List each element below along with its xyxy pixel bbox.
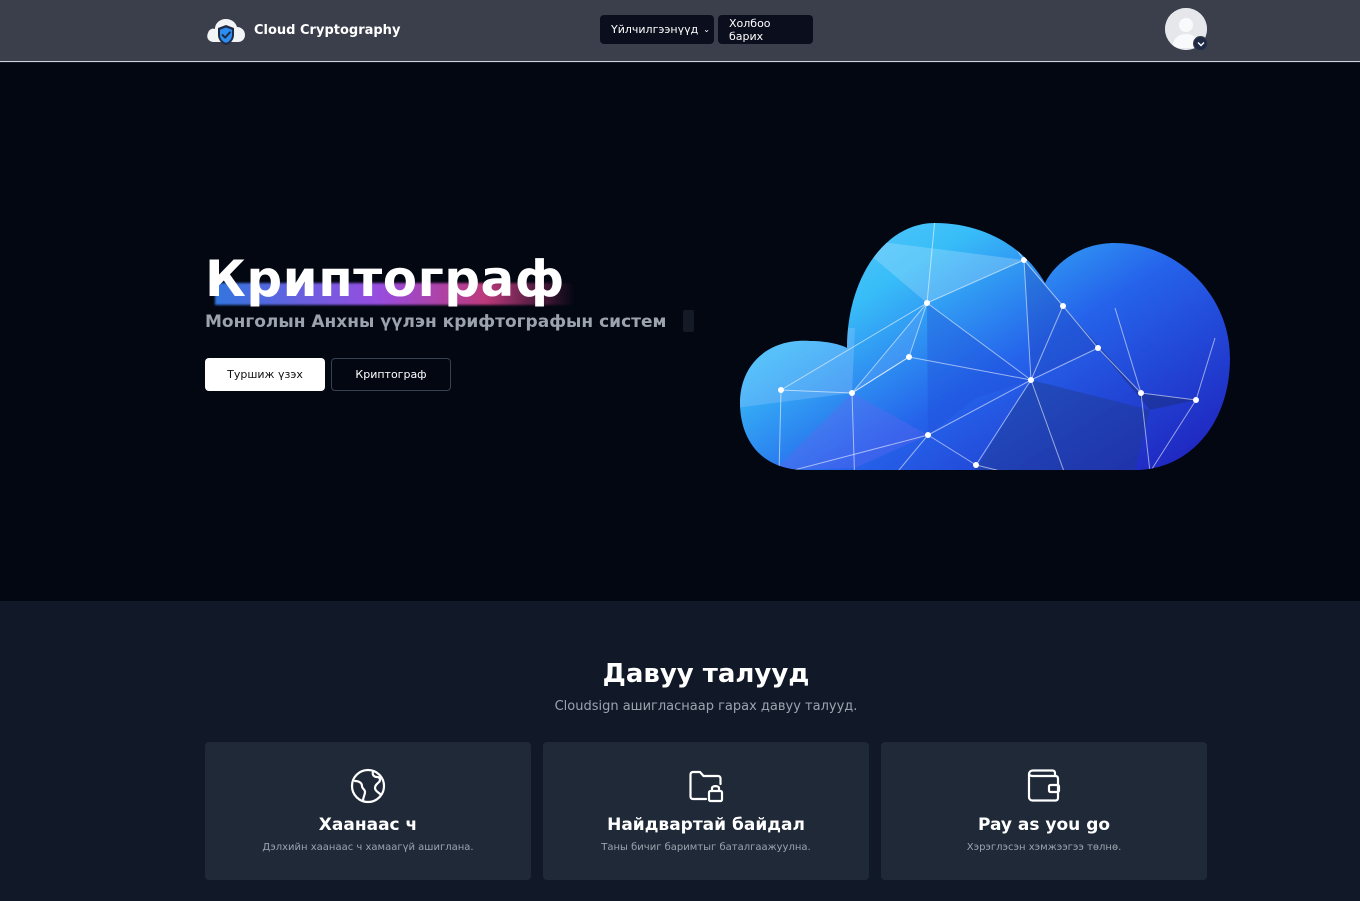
feature-card-description: Таны бичиг баримтыг баталгаажуулна. [601, 842, 811, 853]
feature-card-pay-as-you-go: Pay as you go Хэрэглэсэн хэмжээгээ төлнө… [881, 742, 1207, 880]
feature-card-description: Хэрэглэсэн хэмжээгээ төлнө. [966, 842, 1122, 853]
cloud-network-illustration [740, 223, 1230, 470]
feature-card-reliability: Найдвартай байдал Таны бичиг баримтыг ба… [543, 742, 869, 880]
cryptography-button[interactable]: Криптограф [331, 358, 451, 391]
wallet-icon [1027, 769, 1061, 802]
nav-services-label: Үйлчилгээнүүд [611, 23, 699, 36]
features-subtitle: Cloudsign ашигласнаар гарах давуу талууд… [554, 699, 858, 714]
hero-title-wrap: Криптограф [205, 249, 575, 309]
hero-decoration [683, 310, 694, 332]
nav-services-dropdown[interactable]: Үйлчилгээнүүд ⌄ [600, 15, 714, 44]
features-section: Давуу талууд Cloudsign ашигласнаар гарах… [0, 601, 1360, 901]
brand-link[interactable]: Cloud Cryptography [205, 12, 400, 48]
nav-contact-link[interactable]: Холбоо барих [718, 15, 813, 44]
globe-icon [350, 768, 386, 804]
feature-card-anywhere: Хаанаас ч Дэлхийн хаанаас ч хамаагүй аши… [205, 742, 531, 880]
feature-card-description: Дэлхийн хаанаас ч хамаагүй ашиглана. [262, 842, 474, 853]
folder-lock-icon [689, 770, 724, 803]
hero-section: Криптограф Монголын Анхны үүлэн крифтогр… [0, 63, 1360, 601]
brand-name: Cloud Cryptography [254, 22, 401, 38]
hero-title: Криптограф [205, 250, 565, 308]
main-nav: Үйлчилгээнүүд ⌄ Холбоо барих [600, 15, 813, 44]
feature-card-title: Хаанаас ч [318, 815, 418, 835]
top-navbar: Cloud Cryptography Үйлчилгээнүүд ⌄ Холбо… [0, 0, 1360, 62]
feature-card-title: Найдвартай байдал [607, 815, 805, 835]
user-menu-button[interactable] [1165, 8, 1208, 51]
chevron-down-icon [1193, 36, 1208, 51]
hero-subtitle: Монголын Анхны үүлэн крифтографын систем [205, 312, 667, 332]
try-now-button[interactable]: Туршиж үзэх [205, 358, 325, 391]
chevron-down-icon: ⌄ [703, 25, 710, 34]
nav-contact-label: Холбоо барих [729, 16, 771, 43]
feature-card-title: Pay as you go [977, 815, 1111, 835]
cloud-shield-logo-icon [207, 19, 245, 45]
features-title: Давуу талууд [602, 659, 810, 689]
